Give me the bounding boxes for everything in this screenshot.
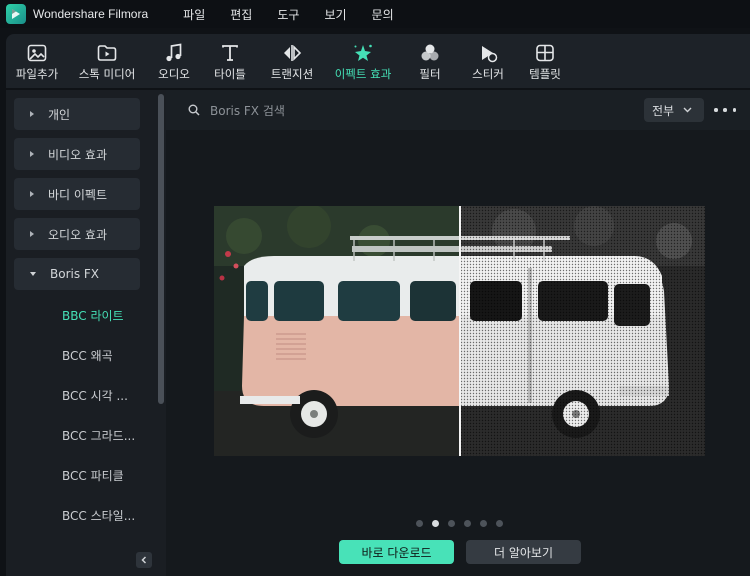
- learn-more-button[interactable]: 더 알아보기: [466, 540, 581, 564]
- menu-help[interactable]: 문의: [372, 6, 394, 23]
- sidebar-item-audio-effects[interactable]: 오디오 효과: [14, 218, 140, 250]
- more-options-icon[interactable]: [714, 100, 736, 120]
- tab-media[interactable]: 파일추가: [6, 34, 68, 88]
- tab-audio[interactable]: 오디오: [146, 34, 202, 88]
- tab-label: 템플릿: [529, 66, 561, 81]
- caret-down-icon: [30, 272, 36, 276]
- tab-stickers[interactable]: 스티커: [460, 34, 516, 88]
- caret-right-icon: [30, 111, 34, 117]
- sidebar-item-boris-fx[interactable]: Boris FX: [14, 258, 140, 290]
- caret-right-icon: [30, 151, 34, 157]
- carousel-dot[interactable]: [496, 520, 503, 527]
- caret-right-icon: [30, 191, 34, 197]
- tab-label: 필터: [419, 66, 441, 81]
- media-toolbar: 파일추가 스톡 미디어 오디오 타이틀 트랜지션 이펙트 효과 필터 스티커 템…: [6, 34, 750, 88]
- tab-transitions[interactable]: 트랜지션: [258, 34, 326, 88]
- sidebar-item-label: Boris FX: [50, 267, 100, 281]
- music-icon: [165, 41, 183, 65]
- tab-filters[interactable]: 필터: [400, 34, 460, 88]
- effects-icon: [352, 41, 374, 65]
- carousel-dot[interactable]: [480, 520, 487, 527]
- tab-label: 스톡 미디어: [78, 66, 136, 81]
- menu-tools[interactable]: 도구: [277, 6, 299, 23]
- tab-titles[interactable]: 타이틀: [202, 34, 258, 88]
- tab-stock-media[interactable]: 스톡 미디어: [68, 34, 146, 88]
- filter-dropdown[interactable]: 전부: [644, 98, 704, 122]
- media-icon: [27, 41, 47, 65]
- collapse-sidebar-button[interactable]: [136, 552, 152, 568]
- app-title: Wondershare Filmora: [33, 7, 149, 21]
- menu-edit[interactable]: 편집: [230, 6, 252, 23]
- chevron-left-icon: [141, 556, 147, 564]
- tab-label: 이펙트 효과: [334, 66, 392, 81]
- sidebar-subitem-bcc-distort[interactable]: BCC 왜곡: [62, 347, 113, 364]
- caret-right-icon: [30, 231, 34, 237]
- stock-media-icon: [97, 41, 117, 65]
- menu-bar: 파일 편집 도구 보기 문의: [183, 6, 418, 23]
- carousel-dot[interactable]: [464, 520, 471, 527]
- download-now-button[interactable]: 바로 다운로드: [339, 540, 454, 564]
- sidebar-scrollbar[interactable]: [158, 94, 164, 404]
- effect-preview-image: [214, 206, 705, 456]
- search-input[interactable]: Boris FX 검색: [210, 102, 285, 119]
- effects-panel: Boris FX 검색 전부 바로 다운로드 더 알아보기: [166, 90, 750, 576]
- sidebar-item-personal[interactable]: 개인: [14, 98, 140, 130]
- sidebar-subitem-bbc-light[interactable]: BBC 라이트: [62, 307, 124, 324]
- transition-icon: [281, 41, 303, 65]
- chevron-down-icon: [683, 107, 692, 113]
- sidebar-item-label: 비디오 효과: [48, 147, 108, 162]
- sidebar-subitem-bcc-stylize[interactable]: BCC 스타일...: [62, 507, 135, 524]
- tab-label: 트랜지션: [270, 66, 314, 81]
- text-icon: [221, 41, 239, 65]
- sidebar-subitem-bcc-gradient[interactable]: BCC 그라드...: [62, 427, 135, 444]
- title-bar: Wondershare Filmora 파일 편집 도구 보기 문의: [0, 0, 750, 28]
- filmora-logo-icon: [6, 4, 26, 24]
- menu-view[interactable]: 보기: [324, 6, 346, 23]
- filter-icon: [420, 41, 440, 65]
- effects-sidebar: 개인 비디오 효과 바디 이펙트 오디오 효과 Boris FX BBC 라이트…: [6, 90, 166, 576]
- template-icon: [535, 41, 555, 65]
- sidebar-subitem-bcc-time[interactable]: BCC 시각 ...: [62, 387, 128, 404]
- sticker-icon: [478, 41, 498, 65]
- tab-label: 타이틀: [214, 66, 246, 81]
- carousel-dot[interactable]: [448, 520, 455, 527]
- tab-templates[interactable]: 템플릿: [516, 34, 574, 88]
- sidebar-item-label: 오디오 효과: [48, 227, 108, 242]
- tab-label: 오디오: [158, 66, 190, 81]
- sidebar-item-label: 바디 이펙트: [48, 187, 108, 202]
- carousel-dot[interactable]: [416, 520, 423, 527]
- menu-file[interactable]: 파일: [183, 6, 205, 23]
- tab-label: 스티커: [472, 66, 504, 81]
- sidebar-item-label: 개인: [48, 107, 71, 122]
- search-bar: Boris FX 검색 전부: [166, 90, 750, 130]
- search-icon: [188, 104, 200, 116]
- carousel-dot-active[interactable]: [432, 520, 439, 527]
- tab-label: 파일추가: [15, 66, 59, 81]
- sidebar-item-video-effects[interactable]: 비디오 효과: [14, 138, 140, 170]
- filter-selected-value: 전부: [652, 103, 675, 118]
- sidebar-item-body-effects[interactable]: 바디 이펙트: [14, 178, 140, 210]
- sidebar-subitem-bcc-particle[interactable]: BCC 파티클: [62, 467, 124, 484]
- tab-effects[interactable]: 이펙트 효과: [326, 34, 400, 88]
- carousel-indicators: [416, 520, 512, 527]
